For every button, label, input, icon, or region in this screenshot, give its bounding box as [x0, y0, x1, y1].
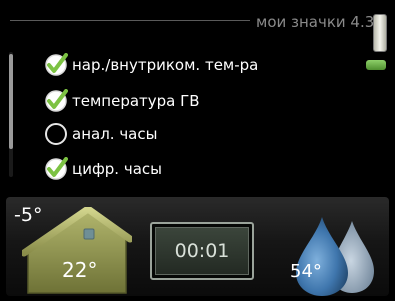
list-item-hot-water-temp[interactable]: температура ГВ [44, 89, 200, 113]
menu-tab-icon[interactable] [373, 14, 387, 52]
header-divider [10, 20, 250, 21]
scrollbar-thumb[interactable] [9, 54, 13, 149]
list-item-outdoor-indoor-temp[interactable]: нар./внутриком. тем-ра [44, 53, 258, 77]
list-item-label: нар./внутриком. тем-ра [72, 56, 259, 74]
list-item-label: температура ГВ [72, 92, 200, 110]
digital-clock[interactable]: 00:01 [150, 222, 254, 280]
list-item-label: анал. часы [72, 125, 158, 143]
checkbox-unchecked-icon[interactable] [44, 122, 68, 146]
clock-display: 00:01 [155, 227, 249, 275]
list-item-label: цифр. часы [72, 160, 162, 178]
settings-screen: мои значки 4.3 нар./внутриком. тем-ра те… [0, 0, 395, 301]
indoor-temperature: 22° [62, 258, 98, 282]
checkbox-checked-icon[interactable] [44, 53, 68, 77]
checkbox-checked-icon[interactable] [44, 157, 68, 181]
list-item-digital-clock[interactable]: цифр. часы [44, 157, 162, 181]
checkbox-checked-icon[interactable] [44, 89, 68, 113]
page-indicator-icon [366, 60, 386, 70]
page-title: мои значки 4.3 [256, 13, 375, 31]
hot-water-temperature: 54° [290, 261, 322, 282]
clock-time: 00:01 [174, 240, 230, 262]
hot-water-drops-icon[interactable] [282, 215, 382, 297]
list-item-analog-clock[interactable]: анал. часы [44, 122, 157, 146]
outdoor-temperature: -5° [14, 204, 43, 226]
